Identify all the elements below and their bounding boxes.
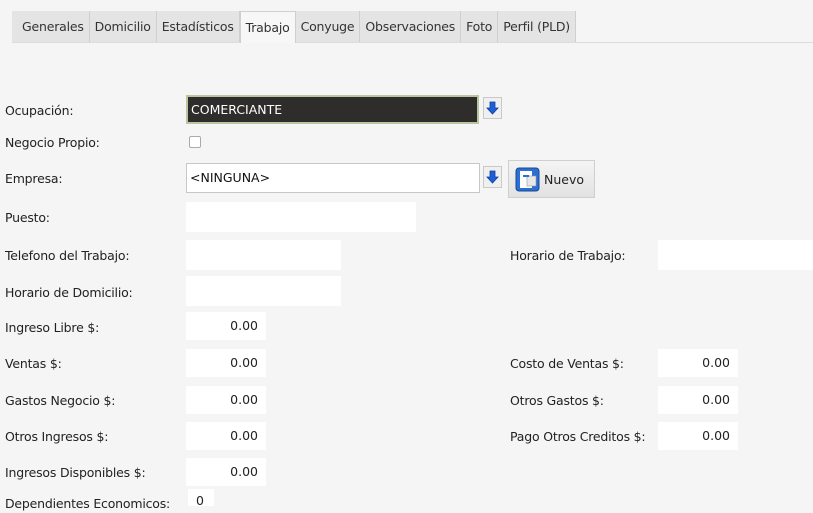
empresa-dropdown-button[interactable] (483, 166, 502, 188)
horario-domicilio-input[interactable] (186, 276, 341, 306)
tab-estadisticos[interactable]: Estadísticos (156, 11, 240, 42)
ocupacion-select[interactable]: COMERCIANTE (186, 95, 479, 124)
tab-bar: Generales Domicilio Estadísticos Trabajo… (12, 11, 813, 43)
ingresos-disponibles-label: Ingresos Disponibles $: (5, 465, 146, 480)
tab-trabajo[interactable]: Trabajo (239, 11, 296, 43)
ocupacion-label: Ocupación: (5, 103, 74, 118)
pago-otros-creditos-label: Pago Otros Creditos $: (510, 429, 646, 444)
empresa-label: Empresa: (5, 171, 63, 186)
negocio-propio-checkbox[interactable] (189, 136, 201, 148)
arrow-down-icon (486, 101, 499, 115)
dependientes-input[interactable]: 0 (188, 489, 214, 508)
pago-otros-creditos-input[interactable]: 0.00 (658, 422, 738, 450)
tab-generales[interactable]: Generales (12, 11, 90, 42)
telefono-trabajo-label: Telefono del Trabajo: (5, 248, 130, 263)
new-document-icon (515, 167, 540, 191)
nuevo-button-label: Nuevo (544, 171, 585, 187)
otros-gastos-input[interactable]: 0.00 (658, 386, 738, 414)
ventas-input[interactable]: 0.00 (186, 349, 266, 377)
tab-conyuge[interactable]: Conyuge (295, 11, 361, 42)
gastos-negocio-input[interactable]: 0.00 (186, 386, 266, 414)
dependientes-label: Dependientes Economicos: (5, 496, 171, 511)
ingresos-disponibles-input[interactable]: 0.00 (186, 458, 266, 486)
empresa-select[interactable]: <NINGUNA> (186, 163, 480, 193)
ventas-label: Ventas $: (5, 356, 62, 371)
ingreso-libre-label: Ingreso Libre $: (5, 320, 100, 335)
negocio-propio-label: Negocio Propio: (5, 135, 100, 150)
otros-ingresos-label: Otros Ingresos $: (5, 429, 109, 444)
arrow-down-icon (486, 170, 499, 184)
costo-ventas-input[interactable]: 0.00 (658, 349, 738, 377)
gastos-negocio-label: Gastos Negocio $: (5, 393, 116, 408)
tab-foto[interactable]: Foto (461, 11, 499, 42)
puesto-label: Puesto: (5, 210, 50, 225)
costo-ventas-label: Costo de Ventas $: (510, 356, 624, 371)
horario-trabajo-input[interactable] (658, 240, 813, 270)
puesto-input[interactable] (186, 202, 416, 232)
horario-domicilio-label: Horario de Domicilio: (5, 285, 133, 300)
otros-ingresos-input[interactable]: 0.00 (186, 422, 266, 450)
tab-observaciones[interactable]: Observaciones (360, 11, 462, 42)
otros-gastos-label: Otros Gastos $: (510, 393, 604, 408)
tab-perfil-pld[interactable]: Perfil (PLD) (498, 11, 576, 42)
tab-domicilio[interactable]: Domicilio (89, 11, 157, 42)
telefono-trabajo-input[interactable] (186, 240, 341, 270)
ocupacion-dropdown-button[interactable] (483, 97, 502, 119)
horario-trabajo-label: Horario de Trabajo: (510, 248, 626, 263)
nuevo-button[interactable]: Nuevo (508, 160, 595, 198)
ingreso-libre-input[interactable]: 0.00 (186, 312, 266, 340)
